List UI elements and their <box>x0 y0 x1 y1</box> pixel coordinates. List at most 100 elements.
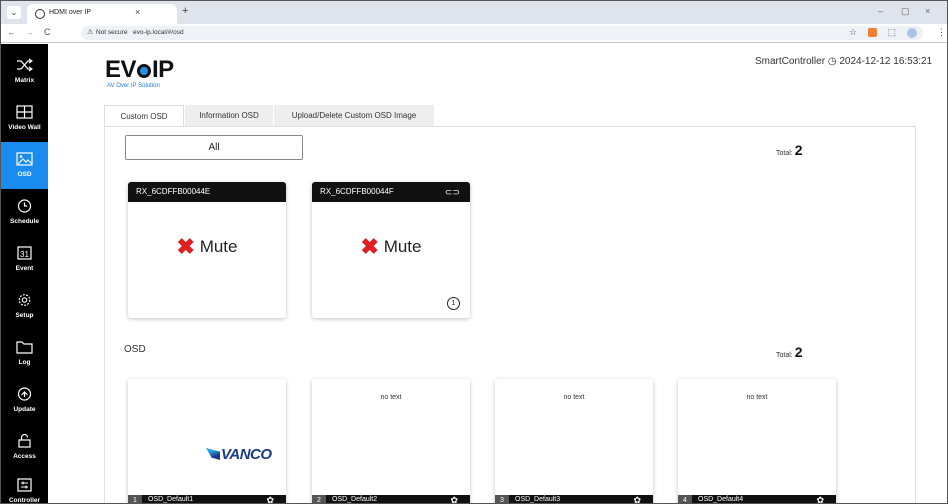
calendar-day-number: 31 <box>20 250 29 259</box>
sidebar-item-label: Access <box>13 453 36 460</box>
total-count: 2 <box>794 142 803 158</box>
controller-icon <box>17 478 32 492</box>
sidebar-item-label: Log <box>18 359 31 366</box>
gear-icon[interactable]: ✿ <box>633 495 641 503</box>
url-text[interactable]: evo-ip.local/#/osd <box>133 29 184 36</box>
total-label: Total: <box>776 352 793 359</box>
controller-status: SmartController ◷ 2024-12-12 16:53:21 <box>755 56 932 67</box>
osd-card-footer: 4 OSD_Default4 ✿ <box>678 495 836 503</box>
receiver-header: RX_6CDFFB00044E <box>128 182 286 202</box>
sidebar-item-label: Setup <box>15 312 34 319</box>
restore-icon[interactable]: ▢ <box>901 6 910 17</box>
tab-custom-osd[interactable]: Custom OSD <box>104 105 184 126</box>
grid-icon <box>16 105 33 119</box>
link-icon[interactable]: ⊂⊃ <box>445 182 460 202</box>
sidebar-item-access[interactable]: Access <box>1 424 48 471</box>
browser-window: ⌄ HDMI over IP × + – ▢ × ← → C ⚠ Not sec… <box>0 0 948 504</box>
sidebar-item-osd[interactable]: OSD <box>1 142 48 189</box>
osd-card[interactable]: no text 3 OSD_Default3 ✿ <box>495 379 653 503</box>
osd-card[interactable]: no text 4 OSD_Default4 ✿ <box>678 379 836 503</box>
sidebar-item-label: Matrix <box>14 77 35 84</box>
sidebar-item-setup[interactable]: Setup <box>1 283 48 330</box>
bookmark-star-icon[interactable]: ☆ <box>849 27 857 38</box>
sidebar-item-controller[interactable]: Controller <box>1 468 48 504</box>
receiver-card[interactable]: RX_6CDFFB00044E ✖ Mute <box>128 182 286 318</box>
osd-card-footer: 1 OSD_Default1 ✿ <box>128 495 286 503</box>
total-count: 2 <box>794 344 803 360</box>
reload-icon[interactable]: C <box>44 27 51 37</box>
url-field[interactable]: ⚠ Not secure evo-ip.local/#/osd ☆ ⬚ <box>81 26 923 40</box>
sidebar-item-label: Controller <box>8 497 41 504</box>
sidebar-item-label: OSD <box>17 171 32 178</box>
sidebar-item-label: Event <box>15 265 34 272</box>
image-icon <box>16 152 33 166</box>
lock-icon <box>18 434 31 448</box>
osd-text: no text <box>746 394 768 401</box>
extensions-puzzle-icon[interactable]: ⬚ <box>887 27 896 38</box>
receiver-card[interactable]: RX_6CDFFB00044F ⊂⊃ ✖ Mute 1 <box>312 182 470 318</box>
tab-close-icon[interactable]: × <box>135 7 140 17</box>
osd-text: no text <box>380 394 402 401</box>
minimize-icon[interactable]: – <box>878 6 883 16</box>
gear-icon[interactable]: ✿ <box>450 495 458 503</box>
mute-x-icon: ✖ <box>360 234 379 259</box>
tab-upload-delete-image[interactable]: Upload/Delete Custom OSD Image <box>274 105 434 126</box>
logo-subtitle: AV Over IP Solution <box>107 83 160 89</box>
profile-avatar[interactable] <box>907 28 917 38</box>
osd-number: 4 <box>678 495 692 503</box>
osd-section-title: OSD <box>124 344 146 355</box>
sidebar-item-label: Schedule <box>10 218 39 225</box>
osd-total: Total: 2 <box>776 344 802 360</box>
favicon-icon <box>35 9 45 19</box>
osd-name: OSD_Default3 <box>515 496 561 503</box>
receiver-name: RX_6CDFFB00044E <box>136 187 211 196</box>
receiver-name: RX_6CDFFB00044F <box>320 187 394 196</box>
tab-information-osd[interactable]: Information OSD <box>185 105 273 126</box>
osd-number: 3 <box>495 495 509 503</box>
gear-icon[interactable]: ✿ <box>816 495 824 503</box>
logo-text-left: EV <box>105 56 137 83</box>
tab-search-button[interactable]: ⌄ <box>7 6 21 19</box>
calendar-icon: 31 <box>17 246 32 260</box>
browser-tab[interactable]: HDMI over IP × <box>27 4 177 24</box>
gear-icon <box>18 294 31 306</box>
warning-icon: ⚠ <box>87 29 94 36</box>
gear-icon[interactable]: ✿ <box>266 495 274 503</box>
mute-status: ✖ Mute <box>312 234 470 260</box>
browser-menu-icon[interactable]: ⋮ <box>937 27 946 38</box>
sidebar-item-video-wall[interactable]: Video Wall <box>1 95 48 142</box>
osd-number: 1 <box>128 495 142 503</box>
shuffle-icon <box>17 58 33 72</box>
sidebar: Matrix Video Wall OSD Schedule 31 Event … <box>1 44 48 504</box>
sidebar-item-log[interactable]: Log <box>1 330 48 377</box>
osd-card[interactable]: VANCO 1 OSD_Default1 ✿ <box>128 379 286 503</box>
custom-osd-total: Total: 2 <box>776 142 802 158</box>
close-window-icon[interactable]: × <box>925 6 930 16</box>
logo-text-right: IP <box>152 56 174 83</box>
sidebar-item-matrix[interactable]: Matrix <box>1 48 48 95</box>
new-tab-button[interactable]: + <box>182 5 188 17</box>
receiver-header: RX_6CDFFB00044F ⊂⊃ <box>312 182 470 202</box>
forward-icon[interactable]: → <box>25 27 34 37</box>
sidebar-item-event[interactable]: 31 Event <box>1 236 48 283</box>
tab-strip: ⌄ HDMI over IP × + – ▢ × <box>1 1 947 24</box>
mute-label: Mute <box>199 237 238 256</box>
sidebar-item-update[interactable]: Update <box>1 377 48 424</box>
evoip-logo: EV IP <box>105 56 174 84</box>
osd-number: 2 <box>312 495 326 503</box>
timestamp: 2024-12-12 16:53:21 <box>839 56 933 67</box>
receiver-filter-select[interactable]: All <box>125 135 303 160</box>
extension-icon[interactable] <box>868 28 877 37</box>
osd-card[interactable]: no text 2 OSD_Default2 ✿ <box>312 379 470 503</box>
osd-card-footer: 3 OSD_Default3 ✿ <box>495 495 653 503</box>
upload-icon <box>17 387 32 401</box>
osd-name: OSD_Default2 <box>332 496 378 503</box>
total-label: Total: <box>776 150 793 157</box>
not-secure-label[interactable]: Not secure <box>96 29 127 36</box>
count-badge: 1 <box>447 297 460 310</box>
back-icon[interactable]: ← <box>7 27 16 37</box>
sidebar-item-schedule[interactable]: Schedule <box>1 189 48 236</box>
address-bar-row: ← → C ⚠ Not secure evo-ip.local/#/osd ☆ … <box>1 24 947 43</box>
sidebar-item-label: Video Wall <box>8 124 41 131</box>
logo-dot <box>137 64 152 78</box>
